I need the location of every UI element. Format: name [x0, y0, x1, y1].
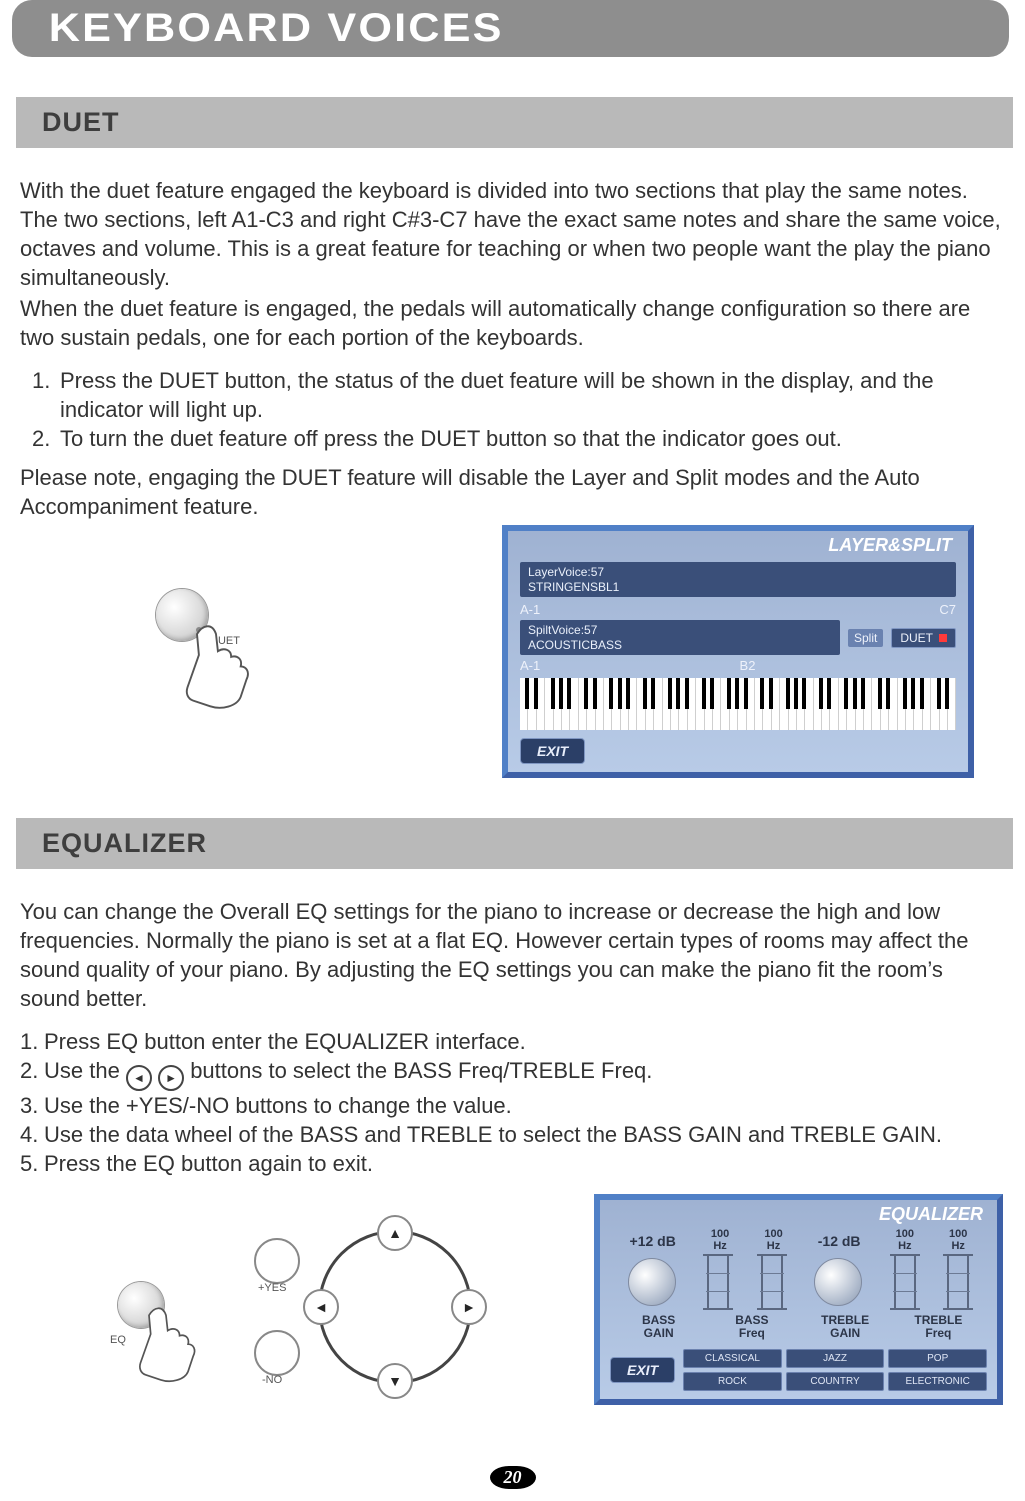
split-voice-label: SpiltVoice:57 — [528, 623, 597, 637]
right-arrow-icon: ► — [158, 1065, 184, 1091]
split-chip: Split — [848, 629, 883, 647]
bass-freq-value-2: 100Hz — [764, 1229, 782, 1252]
eq-step-5-number: 5. — [20, 1149, 44, 1178]
treble-freq-value-1: 100Hz — [896, 1229, 914, 1252]
split-voice-field: SpiltVoice:57 ACOUSTICBASS — [520, 620, 840, 655]
layer-split-display: LAYER&SPLIT LayerVoice:57 STRINGENSBL1 A… — [502, 525, 974, 778]
plus-yes-button[interactable] — [254, 1238, 300, 1284]
eq-controls-figure: EQ +YES -NO ▲ ▼ ◄ ► — [22, 1194, 594, 1440]
eq-step-2-text: Use the ◄ ► buttons to select the BASS F… — [44, 1056, 652, 1091]
bass-gain-knob[interactable] — [628, 1258, 676, 1306]
bass-freq-slider-2[interactable] — [761, 1254, 783, 1310]
eq-exit-button[interactable]: EXIT — [610, 1357, 675, 1383]
page-number-wrap: 20 — [0, 1466, 1025, 1489]
treble-gain-label: TREBLE GAIN — [815, 1314, 875, 1339]
layer-range-right: C7 — [939, 602, 956, 617]
treble-freq-value-2: 100Hz — [949, 1229, 967, 1252]
page-number: 20 — [490, 1466, 536, 1489]
split-voice-name: ACOUSTICBASS — [528, 638, 622, 652]
bass-freq-label: BASS Freq — [722, 1314, 782, 1339]
data-wheel[interactable]: ▲ ▼ ◄ ► — [318, 1230, 472, 1384]
layer-voice-label: LayerVoice:57 — [528, 565, 604, 579]
eq-step-2-text-b: buttons to select the BASS Freq/TREBLE F… — [190, 1058, 652, 1083]
bass-freq-value-1: 100Hz — [711, 1229, 729, 1252]
wheel-left-button[interactable]: ◄ — [303, 1289, 339, 1325]
eq-step-2-text-a: Use the — [44, 1058, 126, 1083]
wheel-right-button[interactable]: ► — [451, 1289, 487, 1325]
wheel-up-button[interactable]: ▲ — [377, 1215, 413, 1251]
layer-range-left: A-1 — [520, 602, 540, 617]
treble-freq-slider-2[interactable] — [947, 1254, 969, 1310]
section-duet-heading: DUET — [16, 97, 1013, 148]
preset-rock[interactable]: ROCK — [683, 1372, 782, 1391]
plus-yes-label: +YES — [258, 1282, 286, 1294]
wheel-down-button[interactable]: ▼ — [377, 1363, 413, 1399]
duet-chip: DUET — [891, 628, 956, 648]
minus-no-button[interactable] — [254, 1330, 300, 1376]
eq-step-2-number: 2. — [20, 1056, 44, 1091]
bass-gain-label: BASS GAIN — [629, 1314, 689, 1339]
preset-country[interactable]: COUNTRY — [786, 1372, 885, 1391]
eq-step-4-number: 4. — [20, 1120, 44, 1149]
exit-button[interactable]: EXIT — [520, 738, 585, 764]
duet-note: Please note, engaging the DUET feature w… — [20, 463, 1003, 521]
duet-paragraph-1: With the duet feature engaged the keyboa… — [20, 176, 1003, 292]
page-title: KEYBOARD VOICES — [12, 0, 1025, 57]
treble-freq-slider-1[interactable] — [894, 1254, 916, 1310]
eq-step-3-number: 3. — [20, 1091, 44, 1120]
section-equalizer-heading: EQUALIZER — [16, 818, 1013, 869]
layer-voice-name: STRINGENSBL1 — [528, 580, 619, 594]
lcd-title: LAYER&SPLIT — [508, 531, 968, 558]
eq-step-1-number: 1. — [20, 1027, 44, 1056]
eq-steps-list: 1. Press EQ button enter the EQUALIZER i… — [20, 1027, 1003, 1178]
eq-step-4-text: Use the data wheel of the BASS and TREBL… — [44, 1120, 942, 1149]
eq-lcd-title: EQUALIZER — [600, 1200, 997, 1229]
preset-pop[interactable]: POP — [888, 1349, 987, 1368]
left-arrow-icon: ◄ — [126, 1065, 152, 1091]
duet-step-2-text: To turn the duet feature off press the D… — [60, 424, 842, 453]
hand-icon — [132, 1300, 217, 1385]
eq-step-1-text: Press EQ button enter the EQUALIZER inte… — [44, 1027, 526, 1056]
duet-step-1-number: 1. — [32, 366, 60, 424]
split-range-left: A-1 — [520, 658, 540, 673]
keyboard-graphic — [520, 678, 956, 730]
duet-step-1-text: Press the DUET button, the status of the… — [60, 366, 1003, 424]
equalizer-display: EQUALIZER +12 dB 100Hz 100Hz -12 dB 100H… — [594, 1194, 1003, 1405]
treble-gain-knob[interactable] — [814, 1258, 862, 1306]
eq-button-label: EQ — [110, 1334, 126, 1346]
eq-preset-grid: CLASSICAL JAZZ POP ROCK COUNTRY ELECTRON… — [683, 1349, 987, 1391]
preset-electronic[interactable]: ELECTRONIC — [888, 1372, 987, 1391]
page-banner: KEYBOARD VOICES — [12, 0, 1009, 57]
eq-step-5-text: Press the EQ button again to exit. — [44, 1149, 373, 1178]
bass-freq-slider-1[interactable] — [707, 1254, 729, 1310]
duet-steps-list: 1. Press the DUET button, the status of … — [32, 366, 1003, 453]
eq-paragraph: You can change the Overall EQ settings f… — [20, 897, 1003, 1013]
duet-step-2-number: 2. — [32, 424, 60, 453]
duet-button-figure: DUET — [22, 525, 502, 715]
minus-no-label: -NO — [262, 1374, 282, 1386]
treble-gain-value: -12 dB — [818, 1233, 861, 1249]
bass-gain-value: +12 dB — [630, 1233, 676, 1249]
split-range-mid: B2 — [740, 658, 756, 673]
duet-led-icon — [939, 634, 947, 642]
layer-voice-field: LayerVoice:57 STRINGENSBL1 — [520, 562, 956, 597]
eq-step-3-text: Use the +YES/-NO buttons to change the v… — [44, 1091, 512, 1120]
treble-freq-label: TREBLE Freq — [908, 1314, 968, 1339]
hand-icon — [178, 617, 273, 712]
duet-paragraph-2: When the duet feature is engaged, the pe… — [20, 294, 1003, 352]
duet-chip-label: DUET — [900, 631, 933, 645]
preset-classical[interactable]: CLASSICAL — [683, 1349, 782, 1368]
preset-jazz[interactable]: JAZZ — [786, 1349, 885, 1368]
